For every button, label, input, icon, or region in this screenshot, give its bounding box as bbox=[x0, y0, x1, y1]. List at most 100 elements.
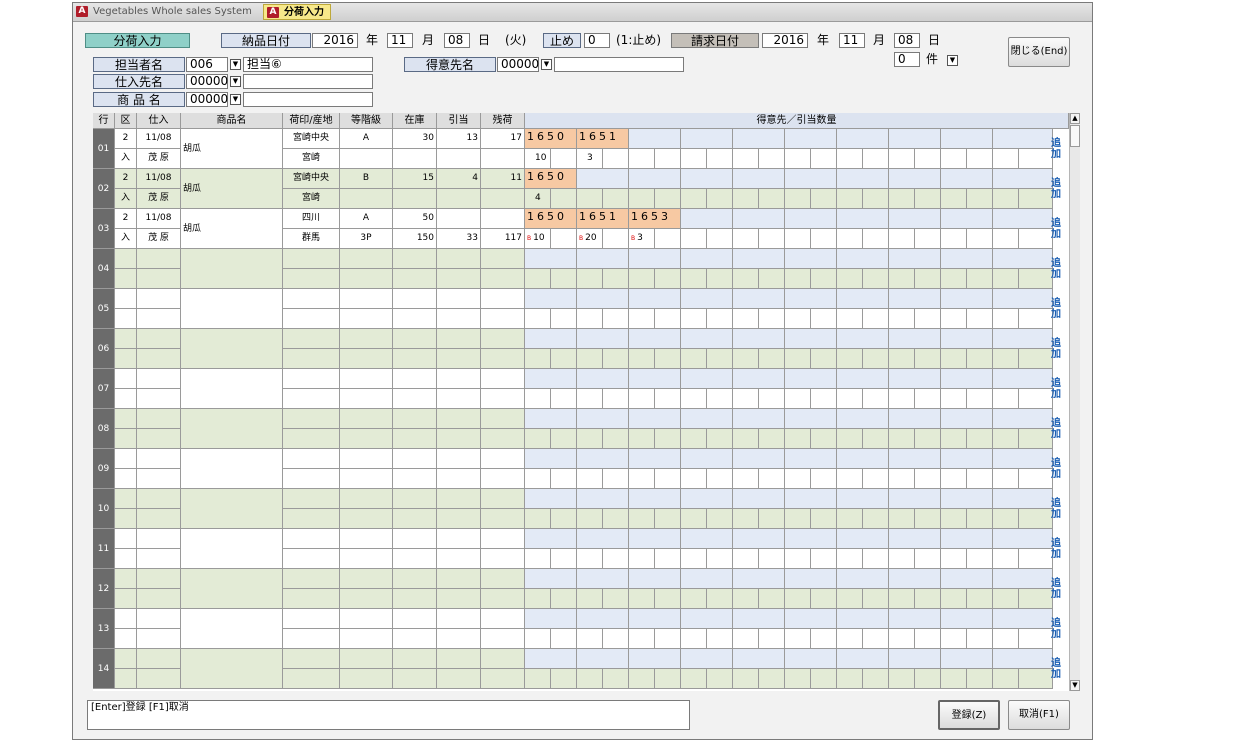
allocation-qty-cell[interactable] bbox=[707, 429, 733, 449]
allocation-qty-cell[interactable] bbox=[603, 429, 629, 449]
allocation-qty-cell[interactable] bbox=[629, 349, 655, 369]
allocation-qty-cell[interactable] bbox=[733, 669, 759, 689]
allocation-qty-cell[interactable] bbox=[863, 309, 889, 329]
cell-mark[interactable] bbox=[283, 369, 340, 389]
cell-kubun-type[interactable] bbox=[115, 629, 137, 649]
cell-origin[interactable]: 群馬 bbox=[283, 229, 340, 249]
add-row-link[interactable]: 追加 bbox=[1048, 218, 1064, 242]
cell-stock[interactable]: 15 bbox=[393, 169, 437, 189]
customer-code-cell[interactable] bbox=[993, 569, 1053, 589]
billing-day-field[interactable]: 08 bbox=[894, 33, 920, 48]
allocation-qty-cell[interactable] bbox=[941, 549, 967, 569]
customer-code-cell[interactable] bbox=[681, 209, 733, 229]
cell-origin[interactable] bbox=[283, 269, 340, 289]
cell-mark[interactable] bbox=[283, 529, 340, 549]
allocation-qty-cell[interactable] bbox=[733, 389, 759, 409]
cell-kubun[interactable] bbox=[115, 489, 137, 509]
cell-origin[interactable] bbox=[283, 509, 340, 529]
allocation-qty-cell[interactable] bbox=[655, 229, 681, 249]
allocation-qty-cell[interactable] bbox=[551, 189, 577, 209]
staff-code-field[interactable]: 006 bbox=[186, 57, 228, 72]
cell-remaining[interactable] bbox=[481, 529, 525, 549]
cell-supplier[interactable] bbox=[137, 629, 181, 649]
allocation-qty-cell[interactable] bbox=[863, 189, 889, 209]
cell-remaining-sub[interactable] bbox=[481, 349, 525, 369]
allocation-qty-cell[interactable] bbox=[603, 229, 629, 249]
customer-code-cell[interactable] bbox=[941, 249, 993, 269]
cell-product[interactable] bbox=[181, 449, 283, 489]
allocation-qty-cell[interactable] bbox=[889, 309, 915, 329]
allocation-qty-cell[interactable] bbox=[707, 469, 733, 489]
allocation-qty-cell[interactable] bbox=[785, 509, 811, 529]
customer-code-cell[interactable] bbox=[889, 209, 941, 229]
allocation-qty-cell[interactable] bbox=[915, 309, 941, 329]
allocation-qty-cell[interactable] bbox=[837, 589, 863, 609]
customer-code-cell[interactable] bbox=[525, 289, 577, 309]
allocation-qty-cell[interactable] bbox=[785, 429, 811, 449]
customer-code-cell[interactable] bbox=[733, 489, 785, 509]
allocation-qty-cell[interactable] bbox=[967, 549, 993, 569]
customer-code-cell[interactable] bbox=[629, 329, 681, 349]
customer-code-cell[interactable] bbox=[681, 249, 733, 269]
customer-code-cell[interactable] bbox=[993, 529, 1053, 549]
customer-code-cell[interactable] bbox=[941, 209, 993, 229]
customer-code-cell[interactable] bbox=[837, 169, 889, 189]
allocation-qty-cell[interactable]: 3 bbox=[577, 149, 603, 169]
cell-mark[interactable] bbox=[283, 569, 340, 589]
allocation-qty-cell[interactable] bbox=[525, 469, 551, 489]
customer-code-cell[interactable] bbox=[993, 209, 1053, 229]
cell-grade[interactable] bbox=[340, 489, 393, 509]
cell-origin[interactable] bbox=[283, 469, 340, 489]
allocation-qty-cell[interactable] bbox=[967, 189, 993, 209]
allocation-qty-cell[interactable] bbox=[967, 149, 993, 169]
customer-code-cell[interactable] bbox=[941, 409, 993, 429]
cell-shiire-date[interactable]: 11/08 bbox=[137, 129, 181, 149]
cell-grade-sub[interactable] bbox=[340, 429, 393, 449]
cell-remaining-sub[interactable] bbox=[481, 149, 525, 169]
allocation-qty-cell[interactable] bbox=[629, 469, 655, 489]
allocation-qty-cell[interactable] bbox=[785, 349, 811, 369]
customer-code-cell[interactable] bbox=[837, 289, 889, 309]
allocation-qty-cell[interactable] bbox=[629, 669, 655, 689]
allocation-qty-cell[interactable] bbox=[967, 509, 993, 529]
allocation-qty-cell[interactable] bbox=[837, 269, 863, 289]
cell-product[interactable] bbox=[181, 289, 283, 329]
cell-supplier[interactable] bbox=[137, 589, 181, 609]
allocation-qty-cell[interactable] bbox=[629, 309, 655, 329]
cell-product[interactable]: 胡瓜 bbox=[181, 129, 283, 169]
cell-supplier[interactable] bbox=[137, 469, 181, 489]
customer-code-cell[interactable] bbox=[837, 609, 889, 629]
customer-code-cell[interactable] bbox=[837, 129, 889, 149]
allocation-qty-cell[interactable] bbox=[655, 469, 681, 489]
allocation-qty-cell[interactable] bbox=[941, 469, 967, 489]
allocation-qty-cell[interactable] bbox=[733, 629, 759, 649]
add-row-link[interactable]: 追加 bbox=[1048, 538, 1064, 562]
cell-kubun[interactable] bbox=[115, 649, 137, 669]
cell-shiire-date[interactable] bbox=[137, 569, 181, 589]
allocation-qty-cell[interactable] bbox=[603, 269, 629, 289]
allocation-qty-cell[interactable] bbox=[603, 589, 629, 609]
allocation-qty-cell[interactable] bbox=[525, 349, 551, 369]
allocation-qty-cell[interactable] bbox=[993, 629, 1019, 649]
allocation-qty-cell[interactable] bbox=[733, 549, 759, 569]
allocation-qty-cell[interactable] bbox=[837, 349, 863, 369]
cell-origin[interactable]: 宮崎 bbox=[283, 189, 340, 209]
allocation-qty-cell[interactable] bbox=[603, 509, 629, 529]
customer-code-cell[interactable] bbox=[837, 569, 889, 589]
cell-grade-sub[interactable] bbox=[340, 149, 393, 169]
cell-mark[interactable] bbox=[283, 449, 340, 469]
cell-supplier[interactable] bbox=[137, 309, 181, 329]
allocation-qty-cell[interactable] bbox=[655, 509, 681, 529]
allocation-qty-cell[interactable] bbox=[863, 469, 889, 489]
customer-code-cell[interactable] bbox=[785, 209, 837, 229]
product-name-field[interactable] bbox=[243, 92, 373, 107]
cell-allocated[interactable]: 4 bbox=[437, 169, 481, 189]
customer-code-cell[interactable] bbox=[525, 369, 577, 389]
customer-code-cell[interactable] bbox=[629, 289, 681, 309]
customer-code-cell[interactable] bbox=[629, 569, 681, 589]
cell-stock-sub[interactable] bbox=[393, 149, 437, 169]
allocation-qty-cell[interactable] bbox=[785, 269, 811, 289]
cell-mark[interactable] bbox=[283, 489, 340, 509]
customer-code-cell[interactable] bbox=[993, 649, 1053, 669]
customer-code-cell[interactable] bbox=[681, 529, 733, 549]
